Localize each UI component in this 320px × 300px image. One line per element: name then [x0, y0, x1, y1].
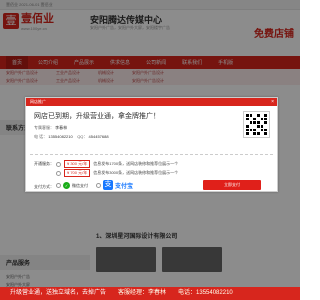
radio-button[interactable]	[56, 170, 61, 176]
promo-text[interactable]: 升级营业通，送独立域名，去掉广告	[10, 287, 106, 300]
option-description: 信息发布3000条，送网店装修和推荐位展示一个	[93, 170, 179, 175]
price-badge: ¥ 300 元/年	[64, 160, 91, 168]
qq-label: QQ：	[77, 134, 88, 139]
phone-number: 13554082210	[48, 134, 73, 139]
radio-button[interactable]	[56, 161, 61, 167]
bottom-promo-bar: 升级营业通，送独立域名，去掉广告 客服经理：李春林 电话：13554082210	[0, 287, 300, 300]
phone-label: 电 话：	[34, 134, 48, 139]
pay-method-label: 支付方式：	[34, 184, 54, 189]
contact-line: 专属客服： 李春林	[34, 125, 67, 131]
alipay-option[interactable]: 支 支付宝	[96, 180, 133, 190]
wechat-label: 微信支付	[72, 182, 88, 188]
upgrade-modal: 网店推广 × 网店已到期，升级营业通，拿金牌推广！ 专属客服： 李春林 电 话：…	[25, 97, 278, 192]
option-description: 信息发布1700条，送网店装修和推荐位展示一个	[93, 161, 179, 166]
qq-number: 454457688	[88, 134, 109, 139]
wechat-pay-option[interactable]: ✓ 微信支付	[56, 182, 88, 189]
service-label: 开通服务：	[34, 161, 54, 166]
modal-title: 网店已到期，升级营业通，拿金牌推广！	[34, 113, 160, 120]
contact-phone: 电话：13554082210	[178, 290, 233, 296]
contact-name: 李春林	[55, 125, 68, 130]
radio-button[interactable]	[96, 182, 101, 188]
contact-manager: 客服经理：李春林	[118, 290, 167, 296]
qr-code-icon	[243, 111, 270, 138]
alipay-icon: 支	[103, 180, 113, 190]
price-badge: ¥ 700 元/年	[64, 169, 91, 177]
service-option-1[interactable]: ¥ 300 元/年 信息发布1700条，送网店装修和推荐位展示一个	[56, 160, 178, 168]
close-icon[interactable]: ×	[271, 98, 274, 106]
pay-now-button[interactable]: 立即支付	[203, 180, 261, 190]
service-option-2[interactable]: ¥ 700 元/年 信息发布3000条，送网店装修和推荐位展示一个	[56, 169, 178, 177]
modal-divider	[30, 154, 273, 155]
radio-button[interactable]	[56, 183, 61, 188]
phone-line: 电 话： 13554082210 QQ： 454457688	[34, 134, 109, 140]
contact-label: 专属客服：	[34, 125, 54, 130]
modal-header-title: 网店推广	[30, 99, 46, 104]
modal-header: 网店推广 ×	[26, 98, 277, 106]
wechat-icon: ✓	[63, 182, 70, 189]
alipay-label: 支付宝	[115, 183, 134, 190]
